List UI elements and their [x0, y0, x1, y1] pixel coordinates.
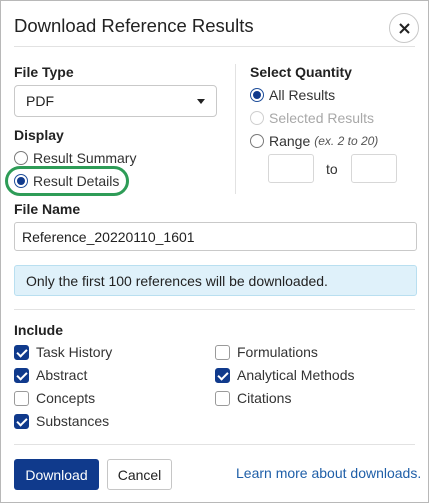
learn-more-link[interactable]: Learn more about downloads. — [236, 465, 421, 481]
divider — [14, 309, 415, 310]
file-type-select[interactable]: PDF — [14, 85, 217, 117]
include-item-label: Substances — [36, 413, 110, 429]
include-task-history[interactable]: Task History — [14, 344, 112, 360]
include-item-label: Formulations — [237, 344, 318, 360]
close-button[interactable] — [389, 13, 419, 43]
file-type-label: File Type — [14, 64, 74, 80]
divider — [14, 46, 415, 47]
quantity-option-all-results[interactable]: All Results — [250, 87, 335, 103]
quantity-option-label: Selected Results — [269, 110, 375, 126]
checkbox-checked[interactable] — [14, 413, 29, 429]
radio-button[interactable] — [250, 134, 264, 148]
include-item-label: Concepts — [36, 390, 96, 406]
display-option-result-summary[interactable]: Result Summary — [14, 150, 136, 166]
range-hint: (ex. 2 to 20) — [314, 134, 379, 148]
include-abstract[interactable]: Abstract — [14, 367, 87, 383]
quantity-option-range[interactable]: Range (ex. 2 to 20) — [250, 133, 378, 149]
display-option-result-details[interactable]: Result Details — [14, 173, 119, 189]
close-icon — [398, 22, 410, 34]
info-message: Only the first 100 references will be do… — [14, 265, 417, 296]
display-label: Display — [14, 127, 64, 143]
vertical-divider — [235, 64, 236, 194]
file-name-label: File Name — [14, 201, 81, 217]
radio-button[interactable] — [14, 151, 28, 165]
checkbox-checked[interactable] — [14, 367, 29, 383]
range-to-input[interactable] — [351, 154, 397, 183]
checkbox-checked[interactable] — [215, 367, 230, 383]
quantity-option-label: Range — [269, 133, 311, 149]
include-substances[interactable]: Substances — [14, 413, 109, 429]
checkbox[interactable] — [215, 344, 230, 360]
chevron-down-icon — [197, 99, 205, 104]
file-type-value: PDF — [26, 93, 54, 109]
display-option-label: Result Summary — [33, 150, 137, 166]
cancel-button[interactable]: Cancel — [107, 459, 172, 490]
radio-button-disabled — [250, 111, 264, 125]
download-button[interactable]: Download — [14, 459, 99, 490]
checkbox[interactable] — [14, 390, 29, 406]
select-quantity-label: Select Quantity — [250, 64, 352, 80]
include-item-label: Task History — [36, 344, 113, 360]
file-name-input[interactable]: Reference_20220110_1601 — [14, 222, 417, 251]
range-to-text: to — [326, 161, 338, 177]
include-concepts[interactable]: Concepts — [14, 390, 95, 406]
quantity-option-label: All Results — [269, 87, 336, 103]
display-option-label: Result Details — [33, 173, 120, 189]
checkbox-checked[interactable] — [14, 344, 29, 360]
radio-button-selected[interactable] — [14, 174, 28, 188]
include-label: Include — [14, 322, 64, 338]
include-item-label: Citations — [237, 390, 292, 406]
download-dialog: Download Reference Results File Type PDF… — [0, 0, 429, 503]
dialog-title: Download Reference Results — [14, 15, 254, 36]
include-item-label: Abstract — [36, 367, 88, 383]
divider — [14, 444, 415, 445]
range-from-input[interactable] — [268, 154, 314, 183]
include-analytical-methods[interactable]: Analytical Methods — [215, 367, 355, 383]
include-citations[interactable]: Citations — [215, 390, 291, 406]
radio-button-selected[interactable] — [250, 88, 264, 102]
include-item-label: Analytical Methods — [237, 367, 355, 383]
quantity-option-selected-results: Selected Results — [250, 110, 374, 126]
checkbox[interactable] — [215, 390, 230, 406]
include-formulations[interactable]: Formulations — [215, 344, 318, 360]
